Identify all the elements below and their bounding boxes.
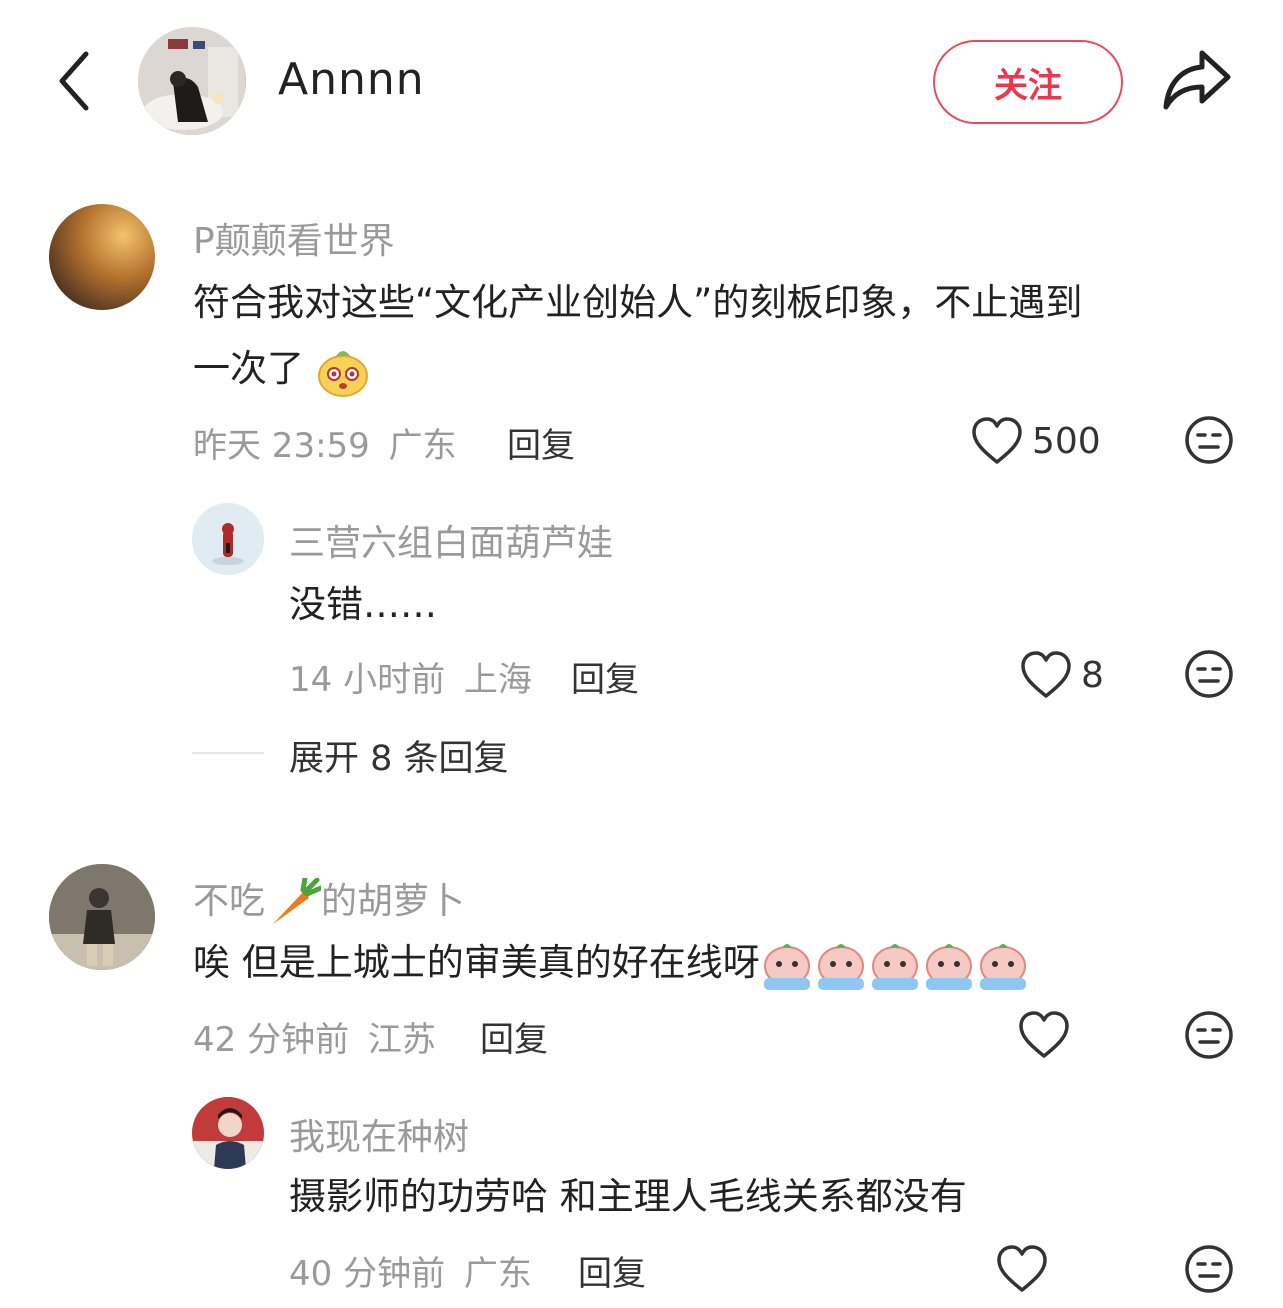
neutral-face-icon [1185, 416, 1233, 464]
like-count: 500 [1032, 420, 1101, 462]
dislike-button[interactable] [1183, 648, 1235, 704]
header: Annnn 关注 [0, 0, 1283, 160]
avatar-image [138, 27, 246, 135]
reply-button[interactable]: 回复 [571, 652, 639, 701]
commenter-name[interactable]: 三营六组白面葫芦娃 [289, 514, 613, 566]
comment-time: 40 分钟前 [289, 1254, 446, 1294]
dislike-button[interactable] [1183, 1009, 1235, 1065]
back-button[interactable] [50, 48, 100, 114]
neutral-face-icon [1185, 1011, 1233, 1059]
avatar-image [192, 503, 264, 575]
share-icon [1163, 50, 1231, 110]
dislike-button[interactable] [1183, 1243, 1235, 1299]
neutral-face-icon [1185, 1245, 1233, 1293]
commenter-name[interactable]: 我现在种树 [289, 1108, 469, 1160]
comment-time: 昨天 23:59 [193, 426, 370, 466]
comment-meta: 昨天 23:59 广东 [193, 418, 457, 467]
avatar-image [49, 864, 155, 970]
like-count: 8 [1081, 654, 1104, 696]
divider [192, 752, 264, 754]
comment-location: 上海 [463, 660, 532, 700]
commenter-avatar[interactable] [192, 1097, 264, 1169]
expand-replies-button[interactable]: 展开 8 条回复 [289, 730, 509, 781]
commenter-avatar[interactable] [192, 503, 264, 575]
neutral-face-icon [1185, 650, 1233, 698]
share-button[interactable] [1160, 45, 1235, 115]
commenter-avatar[interactable] [49, 204, 155, 310]
chevron-left-icon [59, 51, 89, 111]
like-button[interactable] [1017, 1010, 1071, 1060]
heart-icon [997, 1245, 1047, 1292]
avatar-image [192, 1097, 264, 1169]
comment-meta: 42 分钟前 江苏 [193, 1012, 436, 1061]
crying-emoji-icon [763, 943, 1026, 990]
comment-time: 42 分钟前 [193, 1020, 350, 1060]
heart-icon [972, 417, 1022, 464]
carrot-icon [273, 878, 322, 924]
reply-button[interactable]: 回复 [578, 1246, 646, 1295]
comment-text: 摄影师的功劳哈 和主理人毛线关系都没有 [289, 1175, 967, 1218]
author-avatar[interactable] [138, 27, 246, 135]
like-button[interactable] [995, 1244, 1049, 1294]
dislike-button[interactable] [1183, 414, 1235, 470]
comment-meta: 14 小时前 上海 [289, 652, 532, 701]
author-name[interactable]: Annnn [278, 54, 425, 105]
heart-icon [1019, 1011, 1069, 1058]
comment-text: 没错…… [289, 583, 437, 626]
comment-text-line-2: 一次了 [193, 336, 370, 402]
commenter-avatar[interactable] [49, 864, 155, 970]
comment-text: 唉 但是上城士的审美真的好在线呀 [193, 941, 760, 984]
commenter-name[interactable]: 不吃 的胡萝卜 [193, 872, 465, 928]
heart-icon [1021, 651, 1071, 698]
reply-button[interactable]: 回复 [480, 1012, 548, 1061]
commenter-name-part: 的胡萝卜 [321, 881, 466, 922]
comment-location: 江苏 [367, 1020, 436, 1060]
comment-text: 一次了 [193, 347, 304, 390]
cute-face-emoji-icon [317, 350, 368, 397]
commenter-name[interactable]: P颠颠看世界 [193, 212, 395, 264]
reply-button[interactable]: 回复 [507, 418, 575, 467]
comment-text-line: 唉 但是上城士的审美真的好在线呀 [193, 930, 1030, 996]
comments-page: Annnn 关注 P颠颠看世界 符合我对这些“文化产业创始人”的刻板印象，不止遇… [0, 0, 1283, 1308]
comment-time: 14 小时前 [289, 660, 446, 700]
commenter-name-part: 不吃 [193, 881, 266, 922]
like-button[interactable]: 8 [1019, 650, 1104, 700]
comment-text-line-1: 符合我对这些“文化产业创始人”的刻板印象，不止遇到 [193, 281, 1083, 324]
follow-button[interactable]: 关注 [933, 40, 1123, 124]
comment-meta: 40 分钟前 广东 [289, 1246, 532, 1295]
comment-location: 广东 [388, 426, 457, 466]
comment-location: 广东 [463, 1254, 532, 1294]
like-button[interactable]: 500 [970, 416, 1101, 466]
